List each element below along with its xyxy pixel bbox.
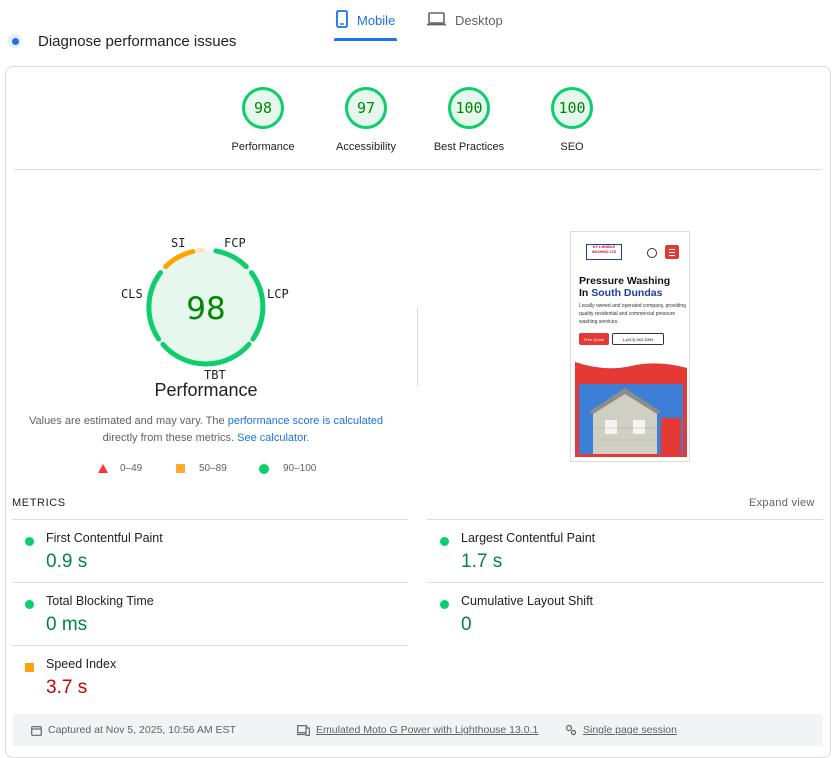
vertical-divider [417, 307, 418, 387]
site-logo: KY's MOBILE WASHING LTD [586, 244, 622, 260]
tab-desktop[interactable]: Desktop [427, 0, 503, 40]
headline-highlight: South Dundas [591, 287, 662, 299]
tab-mobile-label: Mobile [357, 13, 395, 28]
runtime-settings-bar: Captured at Nov 5, 2025, 10:56 AM EST Em… [13, 714, 823, 746]
metric-name: First Contentful Paint [46, 531, 163, 545]
gauge-score: 100 [448, 87, 490, 129]
gauge-score: 97 [345, 87, 387, 129]
fail-triangle-icon [98, 464, 108, 473]
pass-circle-icon [25, 600, 34, 609]
tab-mobile[interactable]: Mobile [336, 0, 395, 40]
gauge-score: 98 [242, 87, 284, 129]
si-label: SI [171, 236, 185, 250]
performance-score: 98 [186, 291, 225, 327]
average-square-icon [25, 663, 34, 672]
metrics-heading: METRICS [12, 497, 66, 509]
metric-value: 1.7 s [461, 551, 502, 573]
free-quote-button: Free Quote [579, 333, 609, 345]
site-paragraph: Locally owned and operated company, prov… [579, 302, 687, 326]
site-headline: Pressure Washing In South Dundas [579, 275, 689, 299]
menu-icon [665, 245, 679, 259]
legend-fail-range: 0–49 [120, 463, 142, 474]
metric-cls: Cumulative Layout Shift 0 [440, 594, 820, 654]
metric-value: 0 [461, 614, 472, 636]
gauge-label: Best Practices [419, 141, 519, 153]
divider [12, 519, 408, 520]
captured-at: Captured at Nov 5, 2025, 10:56 AM EST [31, 714, 236, 746]
note-text: Values are estimated and may vary. The [29, 415, 225, 427]
metric-value: 3.7 s [46, 677, 87, 699]
session-icon [565, 724, 577, 736]
divider [14, 169, 822, 170]
expand-view-toggle[interactable]: Expand view [749, 497, 815, 509]
metric-si: Speed Index 3.7 s [25, 657, 405, 717]
note-text-2: directly from these metrics. [103, 432, 234, 444]
gauge-performance[interactable]: 98 Performance [213, 87, 313, 153]
smartphone-icon [336, 10, 348, 31]
metric-name: Speed Index [46, 657, 116, 671]
calculator-link[interactable]: See calculator. [237, 432, 309, 444]
diagnose-heading-text: Diagnose performance issues [38, 33, 236, 50]
emulated-device[interactable]: Emulated Moto G Power with Lighthouse 13… [297, 714, 538, 746]
divider [427, 582, 823, 583]
divider [12, 582, 408, 583]
average-square-icon [176, 464, 185, 473]
metric-value: 0 ms [46, 614, 87, 636]
gauge-label: Performance [213, 141, 313, 153]
gauge-label: SEO [522, 141, 622, 153]
legend-average-range: 50–89 [199, 463, 227, 474]
metric-name: Total Blocking Time [46, 594, 154, 608]
performance-score-link[interactable]: performance score is calculated [228, 415, 383, 427]
pass-circle-icon [440, 600, 449, 609]
pass-circle-icon [259, 464, 269, 474]
devices-icon [297, 725, 310, 736]
cls-label: CLS [121, 287, 143, 301]
hero-image [575, 362, 687, 457]
legend-average: 50–89 [176, 463, 227, 474]
metric-name: Largest Contentful Paint [461, 531, 595, 545]
diagnose-heading: Diagnose performance issues [8, 30, 236, 52]
fcp-label: FCP [224, 236, 246, 250]
gauge-label: Accessibility [316, 141, 416, 153]
emulated-text: Emulated Moto G Power with Lighthouse 13… [316, 724, 538, 736]
lcp-label: LCP [267, 287, 289, 301]
legend-pass: 90–100 [259, 463, 316, 474]
headline-line-1: Pressure Washing [579, 275, 670, 287]
gauge-score: 100 [551, 87, 593, 129]
gauge-accessibility[interactable]: 97 Accessibility [316, 87, 416, 153]
divider [427, 519, 823, 520]
metric-name: Cumulative Layout Shift [461, 594, 593, 608]
legend-fail: 0–49 [98, 463, 142, 474]
report-card: 98 Performance 97 Accessibility 100 Best… [5, 66, 831, 758]
gauge-seo[interactable]: 100 SEO [522, 87, 622, 153]
performance-title: Performance [126, 380, 286, 401]
phone-button: 1-(613) 662-5394 [612, 333, 664, 345]
active-tab-indicator [334, 38, 397, 41]
session-text: Single page session [583, 724, 677, 736]
session-type[interactable]: Single page session [565, 714, 677, 746]
pass-circle-icon [25, 537, 34, 546]
pass-circle-icon [440, 537, 449, 546]
legend-pass-range: 90–100 [283, 463, 316, 474]
phone-icon [647, 248, 657, 258]
tab-desktop-label: Desktop [455, 13, 503, 28]
score-note: Values are estimated and may vary. The p… [26, 413, 386, 447]
headline-prefix: In [579, 287, 588, 299]
performance-gauge: 98 [141, 242, 271, 372]
calendar-icon [31, 725, 42, 736]
category-gauges: 98 Performance 97 Accessibility 100 Best… [6, 87, 830, 157]
captured-text: Captured at Nov 5, 2025, 10:56 AM EST [48, 724, 236, 736]
laptop-icon [427, 12, 446, 29]
divider [12, 645, 408, 646]
gauge-best-practices[interactable]: 100 Best Practices [419, 87, 519, 153]
final-screenshot[interactable]: KY's MOBILE WASHING LTD Pressure Washing… [570, 231, 690, 462]
metric-value: 0.9 s [46, 551, 87, 573]
diagnose-status-icon [8, 34, 22, 48]
